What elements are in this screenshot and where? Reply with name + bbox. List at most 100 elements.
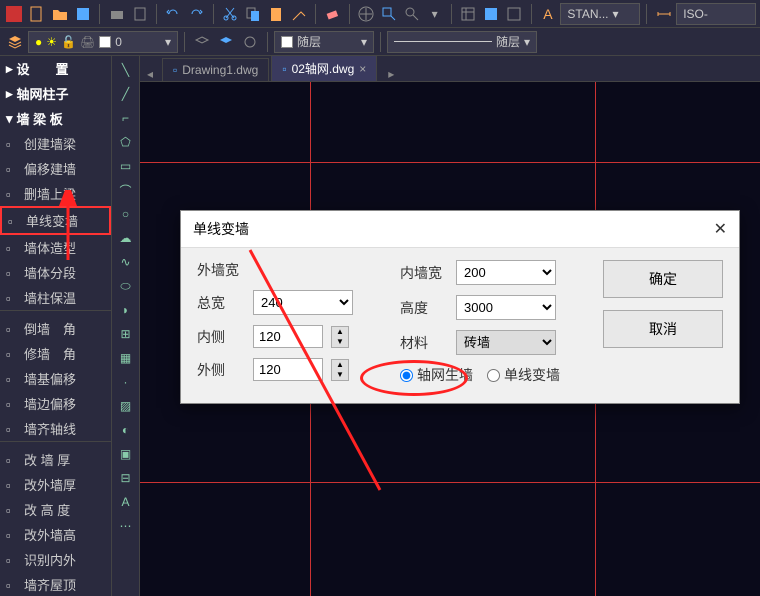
spin-up-icon[interactable]: ▲ <box>332 327 348 337</box>
total-width-select[interactable]: 240 <box>253 290 353 315</box>
panel-item-line-to-wall[interactable]: ▫单线变墙 <box>0 206 111 235</box>
panel-item-fix-wall[interactable]: ▫修墙 角 <box>0 341 111 366</box>
panel-item-wall-segment[interactable]: ▫墙体分段 <box>0 260 111 285</box>
panel-item-wall-shape[interactable]: ▫墙体造型 <box>0 235 111 260</box>
panel-header-settings[interactable]: ▸设 置 <box>0 56 111 81</box>
tab-scroll-left[interactable]: ◂ <box>140 67 160 81</box>
hatch-icon[interactable]: ▨ <box>116 396 136 416</box>
panel-label: 单线变墙 <box>26 211 78 230</box>
print-preview-icon[interactable] <box>129 3 150 25</box>
cut-icon[interactable] <box>220 3 241 25</box>
rect-icon[interactable]: ▭ <box>116 156 136 176</box>
outer-input[interactable] <box>253 358 323 381</box>
paste-icon[interactable] <box>265 3 286 25</box>
copy-icon[interactable] <box>242 3 263 25</box>
panel-item-offset-wall[interactable]: ▫偏移建墙 <box>0 156 111 181</box>
print-icon[interactable] <box>106 3 127 25</box>
radio-axis-input[interactable] <box>400 369 413 382</box>
new-icon[interactable] <box>27 3 48 25</box>
outer-spinner[interactable]: ▲▼ <box>331 359 349 381</box>
tool-palette-icon[interactable] <box>504 3 525 25</box>
tab-02axis[interactable]: ▫ 02轴网.dwg × <box>271 55 377 81</box>
panel-item-thickness[interactable]: ▫改 墙 厚 <box>0 447 111 472</box>
xline-icon[interactable]: ╱ <box>116 84 136 104</box>
spin-down-icon[interactable]: ▼ <box>332 370 348 380</box>
spin-up-icon[interactable]: ▲ <box>332 360 348 370</box>
zoom-prev-icon[interactable] <box>401 3 422 25</box>
layer-iso-icon[interactable] <box>215 31 237 53</box>
material-select[interactable]: 砖墙 <box>456 330 556 355</box>
region-icon[interactable]: ▣ <box>116 444 136 464</box>
dim-style-select[interactable]: ISO- <box>676 3 756 25</box>
panel-item-edge-offset[interactable]: ▫墙边偏移 <box>0 391 111 416</box>
height-select[interactable]: 3000 <box>456 295 556 320</box>
close-button[interactable]: ✕ <box>714 219 727 239</box>
dialog-titlebar[interactable]: 单线变墙 ✕ <box>181 211 739 248</box>
panel-item-base-offset[interactable]: ▫墙基偏移 <box>0 366 111 391</box>
design-icon[interactable] <box>481 3 502 25</box>
save-icon[interactable] <box>73 3 94 25</box>
dim-style-icon[interactable] <box>653 3 674 25</box>
panel-item-align-roof[interactable]: ▫墙齐屋顶 <box>0 572 111 596</box>
circle-icon[interactable]: ○ <box>116 204 136 224</box>
spline-icon[interactable]: ∿ <box>116 252 136 272</box>
inner-input[interactable] <box>253 325 323 348</box>
table-icon[interactable]: ⊟ <box>116 468 136 488</box>
linetype-select[interactable]: 随层 ▾ <box>387 31 537 53</box>
inner-label: 内侧 <box>197 327 245 347</box>
point-icon[interactable]: · <box>116 372 136 392</box>
color-select[interactable]: 随层 ▾ <box>274 31 374 53</box>
open-icon[interactable] <box>50 3 71 25</box>
pline-icon[interactable]: ⌐ <box>116 108 136 128</box>
panel-item-height[interactable]: ▫改 高 度 <box>0 497 111 522</box>
radio-line-input[interactable] <box>487 369 500 382</box>
panel-item-identify[interactable]: ▫识别内外 <box>0 547 111 572</box>
text-style-icon[interactable]: A <box>538 3 559 25</box>
match-icon[interactable] <box>288 3 309 25</box>
insert-icon[interactable]: ⊞ <box>116 324 136 344</box>
zoom-window-icon[interactable] <box>379 3 400 25</box>
props-icon[interactable] <box>458 3 479 25</box>
panel-item-fillet-wall[interactable]: ▫倒墙 角 <box>0 316 111 341</box>
panel-header-grid[interactable]: ▸轴网柱子 <box>0 81 111 106</box>
layer-prev-icon[interactable] <box>191 31 213 53</box>
zoom-menu-icon[interactable]: ▾ <box>424 3 445 25</box>
spin-down-icon[interactable]: ▼ <box>332 337 348 347</box>
text-style-select[interactable]: STAN...▾ <box>560 3 640 25</box>
panel-item-outer-thick[interactable]: ▫改外墙厚 <box>0 472 111 497</box>
layer-manager-icon[interactable] <box>4 31 26 53</box>
inner-spinner[interactable]: ▲▼ <box>331 326 349 348</box>
gradient-icon[interactable]: ◐ <box>116 420 136 440</box>
panel-item-wall-insulation[interactable]: ▫墙柱保温 <box>0 285 111 310</box>
cancel-button[interactable]: 取消 <box>603 310 723 348</box>
erase-icon[interactable] <box>322 3 343 25</box>
tab-add[interactable]: ▸ <box>381 67 401 81</box>
logo-icon[interactable] <box>4 3 25 25</box>
radio-axis-wall[interactable]: 轴网生墙 <box>400 365 473 385</box>
line-icon[interactable]: ╲ <box>116 60 136 80</box>
tab-drawing1[interactable]: ▫ Drawing1.dwg <box>162 58 269 81</box>
panel-item-delete-beam[interactable]: ▫删墙上梁 <box>0 181 111 206</box>
panel-header-wall[interactable]: ▾墙 梁 板 <box>0 106 111 131</box>
layer-select[interactable]: ●☀🔓🖨 0 ▾ <box>28 31 178 53</box>
inner-wall-width-select[interactable]: 200 <box>456 260 556 285</box>
ellipse-arc-icon[interactable]: ◗ <box>116 300 136 320</box>
revcloud-icon[interactable]: ☁ <box>116 228 136 248</box>
panel-item-outer-height[interactable]: ▫改外墙高 <box>0 522 111 547</box>
pan-icon[interactable] <box>356 3 377 25</box>
undo-icon[interactable] <box>163 3 184 25</box>
mtext-icon[interactable]: A <box>116 492 136 512</box>
panel-label: 删墙上梁 <box>24 184 76 203</box>
block-icon[interactable]: ▦ <box>116 348 136 368</box>
panel-item-align-axis[interactable]: ▫墙齐轴线 <box>0 416 111 441</box>
layer-freeze-icon[interactable] <box>239 31 261 53</box>
redo-icon[interactable] <box>186 3 207 25</box>
panel-item-create-wall[interactable]: ▫创建墙梁 <box>0 131 111 156</box>
arc-icon[interactable]: ⌒ <box>116 180 136 200</box>
addtool-icon[interactable]: ⋯ <box>116 516 136 536</box>
radio-line-wall[interactable]: 单线变墙 <box>487 365 560 385</box>
polygon-icon[interactable]: ⬠ <box>116 132 136 152</box>
ok-button[interactable]: 确定 <box>603 260 723 298</box>
close-icon[interactable]: × <box>359 62 366 76</box>
ellipse-icon[interactable]: ⬭ <box>116 276 136 296</box>
